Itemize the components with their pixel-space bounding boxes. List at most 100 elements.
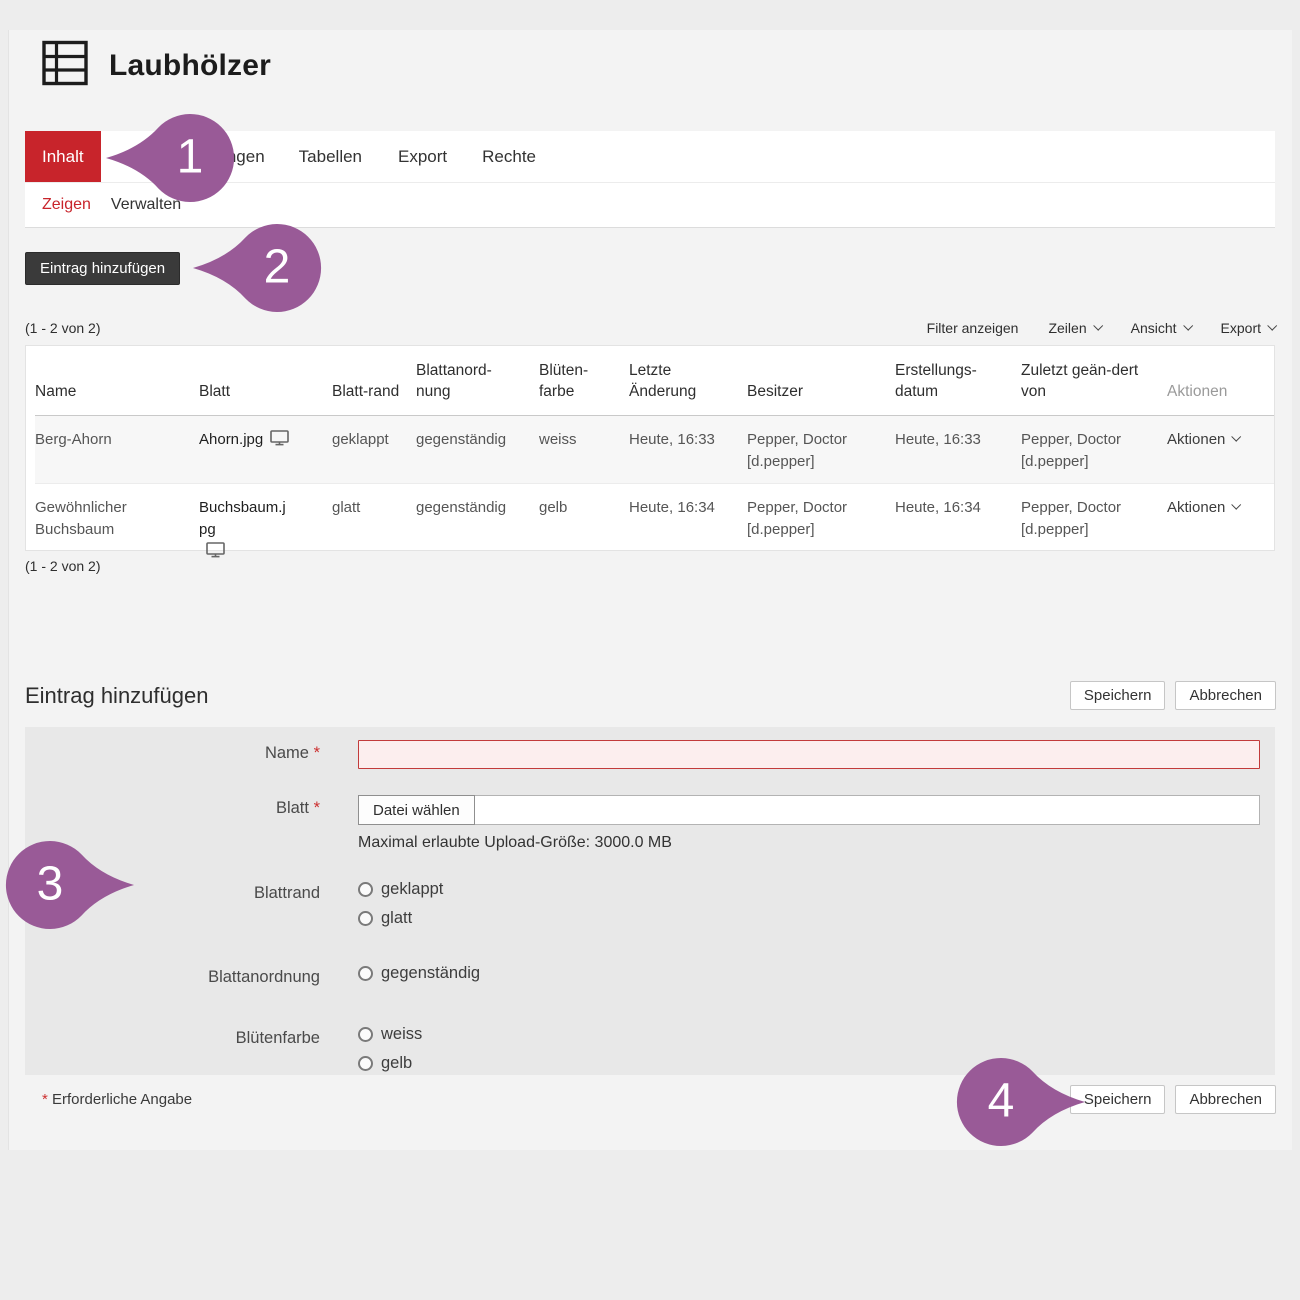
- radio-icon[interactable]: [358, 1056, 373, 1071]
- cell-blattanordnung: gegenständig: [416, 416, 539, 483]
- cell-name: Berg-Ahorn: [35, 416, 199, 483]
- rows-dropdown[interactable]: Zeilen: [1048, 320, 1100, 336]
- table-icon: [42, 40, 88, 91]
- chevron-down-icon: [1232, 432, 1242, 442]
- form-row-blattrand: Blattrand geklappt glatt: [25, 880, 1260, 938]
- form-row-blatt: Blatt * Datei wählen Maximal erlaubte Up…: [25, 795, 1260, 852]
- callout-marker-2: 2: [192, 218, 322, 318]
- radio-option-gelb[interactable]: gelb: [358, 1054, 1260, 1073]
- file-name-area[interactable]: [475, 795, 1260, 825]
- form-top-buttons: Speichern Abbrechen: [1070, 681, 1276, 710]
- callout-marker-4: 4: [956, 1052, 1086, 1152]
- add-entry-form: Name * Blatt * Datei wählen Maximal erla…: [25, 727, 1275, 1075]
- page-title: Laubhölzer: [109, 49, 271, 83]
- chevron-down-icon: [1183, 321, 1193, 331]
- file-link[interactable]: Ahorn.jpg: [199, 431, 263, 448]
- subtab-zeigen[interactable]: Zeigen: [42, 196, 91, 214]
- cancel-button[interactable]: Abbrechen: [1175, 681, 1276, 710]
- radio-option-glatt[interactable]: glatt: [358, 909, 1260, 928]
- table-row: Gewöhnlicher Buchsbaum Buchsbaum.jpg gla…: [35, 484, 1274, 550]
- callout-number: 4: [988, 1073, 1015, 1128]
- required-asterisk: *: [42, 1091, 48, 1108]
- cell-erstellungsdatum: Heute, 16:34: [895, 484, 1021, 565]
- save-button[interactable]: Speichern: [1070, 681, 1166, 710]
- column-header-blatt: Blatt: [199, 381, 332, 415]
- add-entry-button[interactable]: Eintrag hinzufügen: [25, 252, 180, 285]
- row-actions-dropdown[interactable]: Aktionen: [1167, 416, 1274, 483]
- show-filter-control[interactable]: Filter anzeigen: [927, 320, 1019, 336]
- result-count-top: (1 - 2 von 2): [25, 320, 100, 336]
- callout-number: 1: [177, 129, 204, 184]
- monitor-icon[interactable]: [270, 433, 289, 450]
- radio-option-geklappt[interactable]: geklappt: [358, 880, 1260, 899]
- name-field-wrap: [358, 740, 1260, 769]
- required-asterisk: *: [314, 799, 320, 817]
- column-header-zuletzt-geaendert: Zuletzt geän-dert von: [1021, 360, 1167, 415]
- monitor-icon[interactable]: [206, 545, 225, 562]
- entries-table: Name Blatt Blatt-rand Blattanord-nung Bl…: [25, 345, 1275, 551]
- cell-file: Ahorn.jpg: [199, 416, 332, 483]
- view-dropdown[interactable]: Ansicht: [1131, 320, 1191, 336]
- name-label: Name *: [25, 740, 320, 769]
- result-count-bottom: (1 - 2 von 2): [25, 558, 100, 574]
- required-note: * Erforderliche Angabe: [25, 1085, 192, 1108]
- file-link[interactable]: Buchsbaum.jpg: [199, 497, 291, 541]
- blatt-field-wrap: Datei wählen Maximal erlaubte Upload-Grö…: [358, 795, 1260, 852]
- chevron-down-icon: [1232, 500, 1242, 510]
- cell-file: Buchsbaum.jpg: [199, 484, 332, 565]
- callout-marker-3: 3: [5, 835, 135, 935]
- cancel-button[interactable]: Abbrechen: [1175, 1085, 1276, 1114]
- column-header-besitzer: Besitzer: [747, 381, 895, 415]
- callout-number: 3: [37, 856, 64, 911]
- column-header-blattanordnung: Blattanord-nung: [416, 360, 539, 415]
- column-header-aktionen: Aktionen: [1167, 381, 1274, 415]
- cell-letzte-aenderung: Heute, 16:33: [629, 416, 747, 483]
- callout-number: 2: [264, 239, 291, 294]
- column-header-erstellungsdatum: Erstellungs-datum: [895, 360, 1021, 415]
- radio-icon[interactable]: [358, 911, 373, 926]
- export-dropdown[interactable]: Export: [1221, 320, 1275, 336]
- cell-bluetenfarbe: weiss: [539, 416, 629, 483]
- cell-besitzer: Pepper, Doctor [d.pepper]: [747, 416, 895, 483]
- radio-icon[interactable]: [358, 1027, 373, 1042]
- chevron-down-icon: [1093, 321, 1103, 331]
- column-header-letzte-aenderung: Letzte Änderung: [629, 360, 747, 415]
- tab-export[interactable]: Export: [398, 131, 447, 182]
- cell-blattrand: glatt: [332, 484, 416, 565]
- required-asterisk: *: [314, 744, 320, 762]
- upload-size-hint: Maximal erlaubte Upload-Größe: 3000.0 MB: [358, 834, 1260, 852]
- file-upload-control: Datei wählen: [358, 795, 1260, 825]
- blattanordnung-label: Blattanordnung: [25, 964, 320, 993]
- choose-file-button[interactable]: Datei wählen: [358, 795, 475, 825]
- callout-marker-1: 1: [105, 108, 235, 208]
- column-header-name: Name: [35, 381, 199, 415]
- bluetenfarbe-label: Blütenfarbe: [25, 1025, 320, 1075]
- radio-option-weiss[interactable]: weiss: [358, 1025, 1260, 1044]
- form-header: Eintrag hinzufügen Speichern Abbrechen: [25, 681, 1276, 710]
- bluetenfarbe-options: weiss gelb: [358, 1025, 1260, 1075]
- column-header-blattrand: Blatt-rand: [332, 381, 416, 415]
- radio-icon[interactable]: [358, 882, 373, 897]
- radio-icon[interactable]: [358, 966, 373, 981]
- form-row-blattanordnung: Blattanordnung gegenständig: [25, 964, 1260, 993]
- cell-besitzer: Pepper, Doctor [d.pepper]: [747, 484, 895, 565]
- table-row: Berg-Ahorn Ahorn.jpg geklappt gegenständ…: [35, 416, 1274, 484]
- cell-name: Gewöhnlicher Buchsbaum: [35, 484, 199, 565]
- form-row-name: Name *: [25, 740, 1260, 769]
- cell-blattanordnung: gegenständig: [416, 484, 539, 565]
- row-actions-dropdown[interactable]: Aktionen: [1167, 484, 1274, 565]
- name-input[interactable]: [358, 740, 1260, 769]
- tab-inhalt[interactable]: Inhalt: [25, 131, 101, 182]
- cell-bluetenfarbe: gelb: [539, 484, 629, 565]
- listing-meta-top: (1 - 2 von 2) Filter anzeigen Zeilen Ans…: [25, 320, 1275, 336]
- form-heading: Eintrag hinzufügen: [25, 683, 208, 709]
- page: Laubhölzer Inhalt Einstellungen Tabellen…: [0, 0, 1300, 1300]
- cell-erstellungsdatum: Heute, 16:33: [895, 416, 1021, 483]
- tab-rechte[interactable]: Rechte: [482, 131, 536, 182]
- blattanordnung-options: gegenständig: [358, 964, 1260, 993]
- tab-tabellen[interactable]: Tabellen: [299, 131, 362, 182]
- app-header: Laubhölzer: [42, 40, 271, 91]
- radio-option-gegenstaendig[interactable]: gegenständig: [358, 964, 1260, 983]
- cell-zuletzt-geaendert: Pepper, Doctor [d.pepper]: [1021, 484, 1167, 565]
- cell-letzte-aenderung: Heute, 16:34: [629, 484, 747, 565]
